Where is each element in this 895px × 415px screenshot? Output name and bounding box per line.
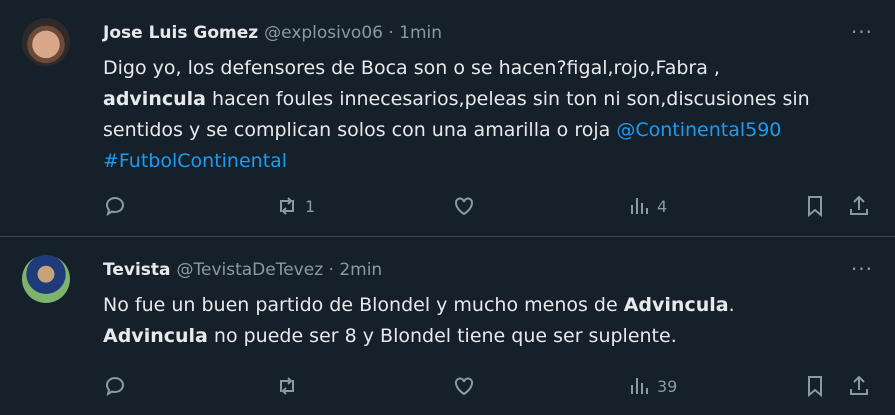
share-icon [850, 195, 868, 215]
bookmark-button[interactable] [803, 374, 827, 398]
display-name[interactable]: Tevista [103, 260, 171, 280]
tweet-text-line: sentidos y se complican solos con una am… [103, 115, 873, 146]
more-options-button[interactable]: ··· [851, 259, 873, 279]
tweet-text-line: #FutbolContinental [103, 146, 873, 177]
bookmark-icon [808, 376, 822, 398]
tweet-text-fragment: . [728, 294, 735, 316]
views-icon [631, 378, 648, 394]
tweet-text: No fue un buen partido de Blondel y much… [103, 290, 873, 352]
bold-term: Advincula [623, 294, 729, 316]
like-button[interactable] [452, 374, 476, 398]
tweet-text-line: No fue un buen partido de Blondel y much… [103, 290, 873, 321]
views-count: 39 [657, 376, 678, 396]
more-options-button[interactable]: ··· [851, 22, 873, 42]
retweet-button[interactable]: 1 [275, 194, 315, 218]
bookmark-button[interactable] [803, 194, 827, 218]
bold-term: Advincula [103, 325, 208, 347]
share-button[interactable] [847, 374, 871, 398]
tweet-text: Digo yo, los defensores de Boca son o se… [103, 53, 873, 177]
like-icon [455, 377, 473, 396]
share-button[interactable] [847, 194, 871, 218]
reply-icon [105, 197, 124, 217]
retweet-count: 1 [305, 196, 316, 216]
tweet-text-line: Digo yo, los defensores de Boca son o se… [103, 57, 720, 79]
display-name[interactable]: Jose Luis Gomez [103, 23, 258, 43]
bookmark-icon [808, 196, 822, 218]
mention-link[interactable]: @Continental590 [616, 119, 781, 141]
action-bar: 1 4 [103, 188, 873, 224]
retweet-button[interactable] [275, 374, 299, 398]
action-bar: 39 [103, 368, 873, 404]
retweet-icon [280, 197, 294, 215]
views-count: 4 [657, 196, 668, 216]
tweet-header: Jose Luis Gomez @explosivo06 · 1min [103, 21, 442, 45]
tweet-text-fragment: sentidos y se complican solos con una am… [103, 119, 617, 141]
tweet-text-fragment: No fue un buen partido de Blondel y much… [103, 294, 624, 316]
tweet-text-line: advincula hacen foules innecesarios,pele… [103, 84, 873, 115]
views-button[interactable]: 39 [627, 374, 677, 398]
reply-icon [105, 377, 124, 397]
tweet-2[interactable]: Tevista @TevistaDeTevez · 2min ··· No fu… [0, 237, 895, 415]
tweet-text-fragment: hacen foules innecesarios,peleas sin ton… [205, 88, 810, 110]
tweet-text-line: Advincula no puede ser 8 y Blondel tiene… [103, 321, 873, 352]
views-button[interactable]: 4 [627, 194, 667, 218]
hashtag-link[interactable]: #FutbolContinental [103, 150, 287, 172]
handle-and-time[interactable]: @explosivo06 · 1min [264, 23, 442, 43]
avatar[interactable] [22, 18, 70, 66]
share-icon [850, 375, 868, 395]
reply-button[interactable] [103, 194, 127, 218]
views-icon [631, 198, 648, 214]
retweet-icon [280, 377, 294, 395]
handle-and-time[interactable]: @TevistaDeTevez · 2min [177, 260, 383, 280]
bold-term: advincula [103, 88, 206, 110]
tweet-header: Tevista @TevistaDeTevez · 2min [103, 258, 382, 282]
tweet-1[interactable]: Jose Luis Gomez @explosivo06 · 1min ··· … [0, 0, 895, 237]
avatar[interactable] [22, 255, 70, 303]
like-icon [455, 197, 473, 216]
tweet-text-fragment: no puede ser 8 y Blondel tiene que ser s… [207, 325, 677, 347]
reply-button[interactable] [103, 374, 127, 398]
like-button[interactable] [452, 194, 476, 218]
